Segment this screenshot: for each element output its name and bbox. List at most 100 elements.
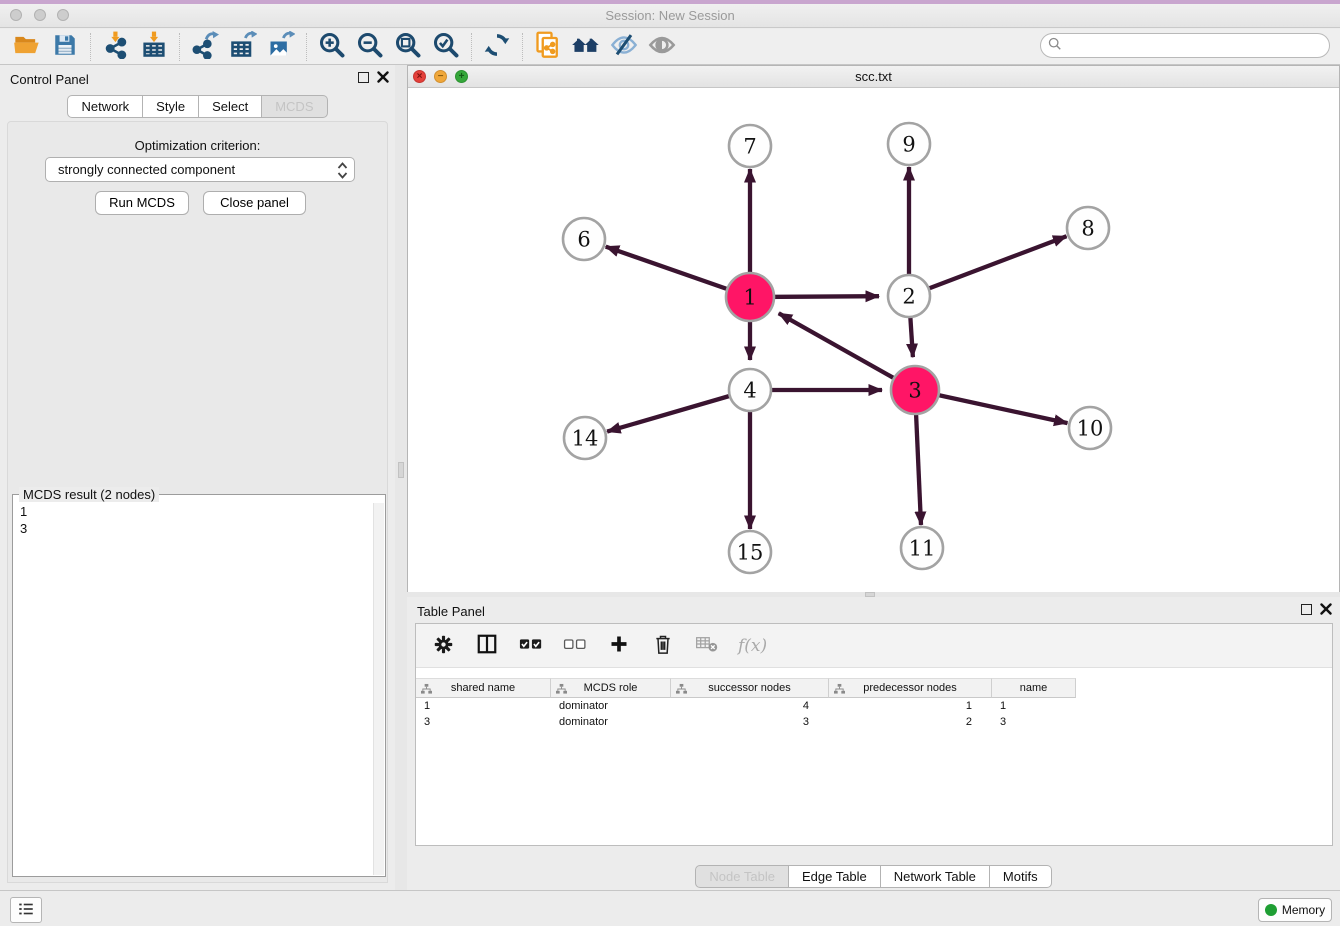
graph-node-label: 11	[909, 536, 936, 560]
eye-slash-icon	[610, 31, 638, 62]
import-network-button[interactable]	[97, 31, 135, 63]
export-network-button[interactable]	[186, 31, 224, 63]
network-graph[interactable]: 7 9 6 8 1 2 4 3 14 10 15 11	[408, 88, 1339, 592]
plus-icon	[609, 634, 629, 657]
memory-button[interactable]: Memory	[1258, 898, 1332, 922]
delete-column-button[interactable]	[650, 633, 676, 659]
graph-node-14[interactable]: 14	[564, 417, 606, 459]
zoom-fit-button[interactable]	[389, 31, 427, 63]
float-panel-icon[interactable]	[358, 71, 369, 86]
graph-node-15[interactable]: 15	[729, 531, 771, 573]
task-history-button[interactable]	[10, 897, 42, 923]
tab-select[interactable]: Select	[199, 95, 262, 118]
table-rows: 1dominator4113dominator323	[416, 698, 1076, 730]
table-cell[interactable]: 3	[671, 714, 829, 730]
graph-edge-4-14[interactable]	[607, 390, 750, 432]
tab-motifs[interactable]: Motifs	[990, 865, 1052, 888]
tab-edge-table[interactable]: Edge Table	[789, 865, 881, 888]
run-mcds-button[interactable]: Run MCDS	[95, 191, 189, 215]
splitter-grip[interactable]	[398, 462, 404, 478]
table-cell[interactable]: 1	[829, 698, 992, 714]
table-cell[interactable]: 4	[671, 698, 829, 714]
close-panel-icon[interactable]	[377, 71, 389, 86]
import-table-button[interactable]	[135, 31, 173, 63]
column-header-label: name	[1020, 682, 1048, 694]
column-header-MCDS-role[interactable]: MCDS role	[551, 678, 671, 698]
graph-node-7[interactable]: 7	[729, 125, 771, 167]
table-toolbar: f(x)	[416, 624, 1332, 668]
table-settings-button[interactable]	[430, 633, 456, 659]
graph-node-2[interactable]: 2	[888, 275, 930, 317]
float-panel-icon[interactable]	[1301, 603, 1312, 618]
gear-icon	[433, 634, 454, 658]
optimization-criterion-label: Optimization criterion:	[0, 138, 395, 153]
deselect-all-button[interactable]	[562, 633, 588, 659]
delete-table-icon	[695, 635, 719, 656]
table-cell[interactable]: dominator	[551, 698, 671, 714]
result-scrollbar[interactable]	[373, 503, 384, 875]
graph-node-9[interactable]: 9	[888, 123, 930, 165]
close-panel-button[interactable]: Close panel	[203, 191, 306, 215]
toolbar-separator	[522, 33, 523, 61]
save-session-button[interactable]	[46, 31, 84, 63]
add-column-button[interactable]	[606, 633, 632, 659]
show-graphics-details-button[interactable]	[643, 31, 681, 63]
control-panel-tabs: NetworkStyleSelectMCDS	[0, 95, 395, 118]
column-header-shared-name[interactable]: shared name	[416, 678, 551, 698]
show-columns-button[interactable]	[474, 633, 500, 659]
unchecked-boxes-icon	[563, 637, 587, 654]
graph-node-8[interactable]: 8	[1067, 207, 1109, 249]
column-header-successor-nodes[interactable]: successor nodes	[671, 678, 829, 698]
open-session-button[interactable]	[8, 31, 46, 63]
search-box[interactable]	[1040, 33, 1330, 58]
table-cell[interactable]: dominator	[551, 714, 671, 730]
table-row[interactable]: 1dominator411	[416, 698, 1076, 714]
tab-network[interactable]: Network	[67, 95, 143, 118]
zoom-selected-button[interactable]	[427, 31, 465, 63]
export-image-button[interactable]	[262, 31, 300, 63]
tab-network-table[interactable]: Network Table	[881, 865, 990, 888]
zoom-out-button[interactable]	[351, 31, 389, 63]
apply-layout-button[interactable]	[478, 31, 516, 63]
graph-node-label: 4	[743, 378, 756, 402]
column-header-name[interactable]: name	[992, 678, 1076, 698]
vertical-splitter[interactable]	[395, 65, 407, 890]
column-header-predecessor-nodes[interactable]: predecessor nodes	[829, 678, 992, 698]
close-panel-icon[interactable]	[1320, 603, 1332, 618]
hide-graphics-details-button[interactable]	[605, 31, 643, 63]
first-neighbors-button[interactable]	[567, 31, 605, 63]
graph-node-1[interactable]: 1	[726, 273, 774, 321]
search-input[interactable]	[1066, 36, 1329, 56]
export-table-icon	[229, 31, 257, 62]
tab-node-table[interactable]: Node Table	[695, 865, 789, 888]
mcds-result-title: MCDS result (2 nodes)	[19, 487, 159, 502]
columns-icon	[476, 633, 498, 658]
graph-node-6[interactable]: 6	[563, 218, 605, 260]
zoom-in-button[interactable]	[313, 31, 351, 63]
select-all-button[interactable]	[518, 633, 544, 659]
delete-table-button[interactable]	[694, 633, 720, 659]
zoom-in-icon	[318, 31, 346, 62]
network-window: × − + scc.txt 7968124314101511	[407, 65, 1340, 592]
graph-node-11[interactable]: 11	[901, 527, 943, 569]
export-table-button[interactable]	[224, 31, 262, 63]
table-cell[interactable]: 3	[416, 714, 551, 730]
graph-node-10[interactable]: 10	[1069, 407, 1111, 449]
tab-mcds[interactable]: MCDS	[262, 95, 327, 118]
list-icon	[17, 900, 35, 921]
graph-node-4[interactable]: 4	[729, 369, 771, 411]
search-icon	[1048, 37, 1062, 54]
table-cell[interactable]: 1	[416, 698, 551, 714]
optimization-criterion-select[interactable]: strongly connected component	[45, 157, 355, 182]
table-cell[interactable]: 1	[992, 698, 1076, 714]
tab-style[interactable]: Style	[143, 95, 199, 118]
mcds-result-box: MCDS result (2 nodes) 13	[12, 494, 386, 877]
table-cell[interactable]: 2	[829, 714, 992, 730]
graph-node-3[interactable]: 3	[891, 366, 939, 414]
table-row[interactable]: 3dominator323	[416, 714, 1076, 730]
export-image-icon	[267, 31, 295, 62]
clone-network-button[interactable]	[529, 31, 567, 63]
function-builder-button[interactable]: f(x)	[738, 633, 767, 659]
graph-edge-2-8[interactable]	[909, 236, 1067, 296]
table-cell[interactable]: 3	[992, 714, 1076, 730]
